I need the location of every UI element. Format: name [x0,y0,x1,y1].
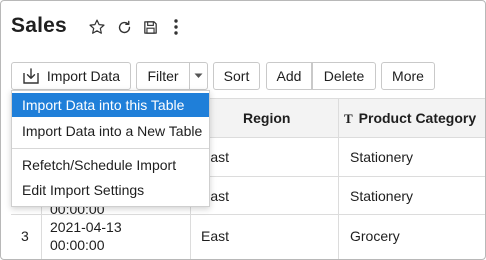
sort-button[interactable]: Sort [213,62,260,90]
save-icon[interactable] [141,17,159,37]
column-header-label: Product Category [358,110,477,126]
column-divider [338,98,339,259]
more-vertical-icon[interactable] [167,17,185,37]
delete-button[interactable]: Delete [312,62,376,90]
add-label: Add [276,68,302,84]
delete-label: Delete [323,68,365,84]
menu-item-edit-import-settings[interactable]: Edit Import Settings [12,178,209,202]
add-button[interactable]: Add [266,62,312,90]
text-type-icon: T [344,111,353,126]
filter-dropdown-button[interactable] [190,62,208,90]
menu-item-import-into-this-table[interactable]: Import Data into this Table [12,93,209,117]
star-icon[interactable] [88,17,106,37]
cell-region[interactable]: East [201,228,229,244]
menu-item-refetch-schedule-import[interactable]: Refetch/Schedule Import [12,153,209,177]
row-number: 3 [21,228,29,244]
more-label: More [392,68,424,84]
import-icon [22,67,40,85]
app-window: Sales Import Data Filter Sort Add Delete… [0,0,486,260]
import-dropdown-menu: Import Data into this Table Import Data … [11,90,210,207]
import-data-button[interactable]: Import Data [11,62,131,90]
refresh-icon[interactable] [115,17,133,37]
sort-label: Sort [223,68,250,84]
page-title: Sales [11,14,67,37]
cell-product-category[interactable]: Stationery [350,149,413,165]
menu-item-import-into-new-table[interactable]: Import Data into a New Table [12,119,209,143]
cell-product-category[interactable]: Stationery [350,188,413,204]
cell-time[interactable]: 00:00:00 [50,237,105,253]
cell-product-category[interactable]: Grocery [350,228,400,244]
filter-button[interactable]: Filter [136,62,190,90]
column-header-region[interactable]: Region [243,110,290,126]
import-data-label: Import Data [46,68,121,84]
menu-divider [12,148,209,149]
cell-date[interactable]: 2021-04-13 [50,219,122,235]
more-button[interactable]: More [381,62,435,90]
filter-label: Filter [147,68,179,84]
chevron-down-icon [194,73,203,79]
column-header-product-category[interactable]: T Product Category [344,110,476,127]
